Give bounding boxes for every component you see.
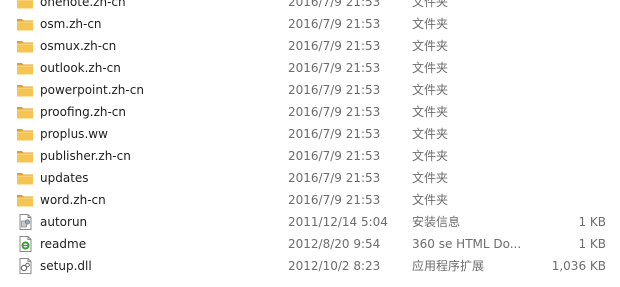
- file-row[interactable]: autorun 2011/12/14 5:04 安装信息 1 KB: [0, 211, 620, 233]
- file-modified-date: 2016/7/9 21:53: [288, 105, 381, 119]
- folder-icon: [16, 170, 34, 186]
- folder-icon: [16, 38, 34, 54]
- file-row[interactable]: osmux.zh-cn 2016/7/9 21:53 文件夹: [0, 35, 620, 57]
- folder-icon: [16, 60, 34, 76]
- file-row[interactable]: readme 2012/8/20 9:54 360 se HTML Do... 1 K…: [0, 233, 620, 255]
- file-name: readme: [40, 237, 87, 251]
- file-modified-date: 2016/7/9 21:53: [288, 193, 381, 207]
- file-row[interactable]: setup.dll 2012/10/2 8:23 应用程序扩展 1,036 KB: [0, 255, 620, 277]
- file-name: powerpoint.zh-cn: [40, 83, 144, 97]
- folder-icon: [16, 126, 34, 142]
- file-name: updates: [40, 171, 89, 185]
- file-modified-date: 2011/12/14 5:04: [288, 215, 388, 229]
- file-type: 文件夹: [412, 17, 449, 31]
- file-modified-date: 2016/7/9 21:53: [288, 171, 381, 185]
- folder-icon: [16, 82, 34, 98]
- file-row[interactable]: publisher.zh-cn 2016/7/9 21:53 文件夹: [0, 145, 620, 167]
- file-type: 文件夹: [412, 83, 449, 97]
- file-type: 文件夹: [412, 171, 449, 185]
- file-row[interactable]: updates 2016/7/9 21:53 文件夹: [0, 167, 620, 189]
- folder-icon: [16, 16, 34, 32]
- file-type: 文件夹: [412, 193, 449, 207]
- file-name: osm.zh-cn: [40, 17, 102, 31]
- file-type: 文件夹: [412, 127, 449, 141]
- file-modified-date: 2012/10/2 8:23: [288, 259, 381, 273]
- file-name: onenote.zh-cn: [40, 0, 126, 9]
- setup-info-file-icon: [16, 214, 34, 230]
- file-size: 1 KB: [578, 215, 606, 229]
- file-row[interactable]: onenote.zh-cn 2016/7/9 21:53 文件夹: [0, 0, 620, 13]
- file-row[interactable]: osm.zh-cn 2016/7/9 21:53 文件夹: [0, 13, 620, 35]
- folder-icon: [16, 148, 34, 164]
- file-modified-date: 2016/7/9 21:53: [288, 83, 381, 97]
- file-size: 1 KB: [578, 237, 606, 251]
- file-type: 文件夹: [412, 149, 449, 163]
- file-type: 安装信息: [412, 215, 461, 229]
- file-name: autorun: [40, 215, 88, 229]
- file-name: proplus.ww: [40, 127, 108, 141]
- file-row[interactable]: outlook.zh-cn 2016/7/9 21:53 文件夹: [0, 57, 620, 79]
- file-type: 文件夹: [412, 39, 449, 53]
- folder-icon: [16, 104, 34, 120]
- file-name: osmux.zh-cn: [40, 39, 117, 53]
- file-modified-date: 2016/7/9 21:53: [288, 17, 381, 31]
- file-row[interactable]: word.zh-cn 2016/7/9 21:53 文件夹: [0, 189, 620, 211]
- file-modified-date: 2016/7/9 21:53: [288, 149, 381, 163]
- file-row[interactable]: proofing.zh-cn 2016/7/9 21:53 文件夹: [0, 101, 620, 123]
- html-document-icon: [16, 236, 34, 252]
- file-name: outlook.zh-cn: [40, 61, 121, 75]
- file-type: 文件夹: [412, 105, 449, 119]
- file-row[interactable]: proplus.ww 2016/7/9 21:53 文件夹: [0, 123, 620, 145]
- file-list: onenote.zh-cn 2016/7/9 21:53 文件夹 osm.zh-cn 2…: [0, 0, 620, 277]
- folder-icon: [16, 0, 34, 10]
- file-type: 360 se HTML Do...: [412, 237, 522, 251]
- file-type: 应用程序扩展: [412, 259, 485, 273]
- file-modified-date: 2016/7/9 21:53: [288, 0, 381, 9]
- file-type: 文件夹: [412, 0, 449, 9]
- file-name: proofing.zh-cn: [40, 105, 127, 119]
- file-row[interactable]: powerpoint.zh-cn 2016/7/9 21:53 文件夹: [0, 79, 620, 101]
- file-modified-date: 2016/7/9 21:53: [288, 61, 381, 75]
- dll-file-icon: [16, 258, 34, 274]
- file-type: 文件夹: [412, 61, 449, 75]
- file-name: publisher.zh-cn: [40, 149, 131, 163]
- file-name: setup.dll: [40, 259, 92, 273]
- file-modified-date: 2016/7/9 21:53: [288, 127, 381, 141]
- folder-icon: [16, 192, 34, 208]
- file-size: 1,036 KB: [551, 259, 606, 273]
- file-name: word.zh-cn: [40, 193, 106, 207]
- file-modified-date: 2016/7/9 21:53: [288, 39, 381, 53]
- file-modified-date: 2012/8/20 9:54: [288, 237, 381, 251]
